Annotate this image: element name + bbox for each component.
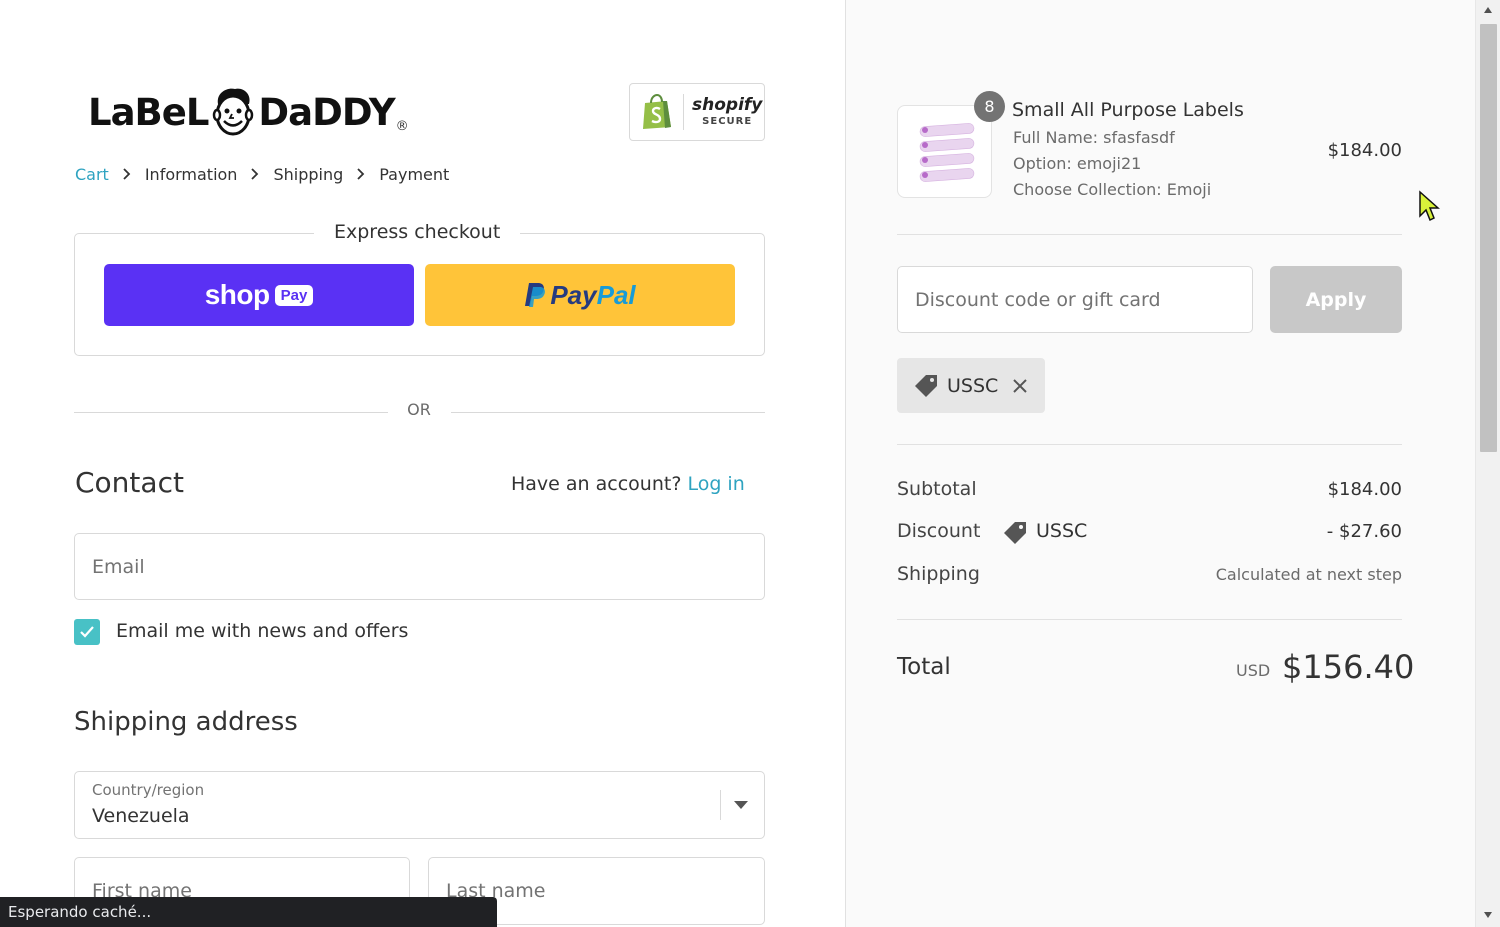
scroll-up-arrow-icon[interactable] bbox=[1483, 6, 1493, 14]
close-icon[interactable] bbox=[1010, 376, 1030, 396]
product-property-collection: Choose Collection: Emoji bbox=[1013, 180, 1212, 199]
chevron-right-icon bbox=[251, 168, 259, 180]
breadcrumb-cart[interactable]: Cart bbox=[75, 165, 109, 184]
browser-status-bar: Esperando caché... bbox=[0, 897, 497, 927]
divider bbox=[897, 619, 1402, 620]
product-property-option: Option: emoji21 bbox=[1013, 154, 1142, 173]
or-divider-label: OR bbox=[407, 400, 431, 419]
discount-label: Discount bbox=[897, 520, 981, 542]
label-sheet-image bbox=[919, 123, 975, 182]
email-field-wrapper bbox=[74, 533, 765, 600]
shipping-address-heading: Shipping address bbox=[74, 707, 298, 737]
chevron-right-icon bbox=[123, 168, 131, 180]
divider bbox=[897, 444, 1402, 445]
express-checkout-title: Express checkout bbox=[314, 220, 521, 244]
caret-down-icon bbox=[734, 801, 748, 809]
page-scrollbar[interactable] bbox=[1475, 0, 1500, 927]
badge-text: shopify SECURE bbox=[692, 95, 762, 129]
total-label: Total bbox=[897, 654, 951, 680]
shipping-label: Shipping bbox=[897, 563, 980, 585]
scroll-down-arrow-icon[interactable] bbox=[1483, 911, 1493, 919]
email-field[interactable] bbox=[75, 534, 764, 599]
product-price: $184.00 bbox=[1327, 140, 1402, 161]
shipping-value: Calculated at next step bbox=[1215, 565, 1402, 584]
shop-pay-wordmark: shop bbox=[204, 279, 270, 310]
breadcrumb-shipping: Shipping bbox=[273, 164, 344, 184]
paypal-button[interactable]: Pay Pal bbox=[425, 264, 735, 326]
badge-secure-label: SECURE bbox=[702, 116, 753, 127]
badge-shopify-label: shopify bbox=[692, 95, 763, 115]
breadcrumb: Cart Information Shipping Payment bbox=[75, 162, 449, 186]
breadcrumb-payment: Payment bbox=[379, 164, 450, 184]
shop-pay-pill: Pay bbox=[274, 284, 314, 306]
contact-heading: Contact bbox=[75, 466, 184, 499]
country-select-label: Country/region bbox=[92, 781, 205, 799]
login-link[interactable]: Log in bbox=[687, 473, 744, 495]
total-amount: $156.40 bbox=[1282, 648, 1415, 686]
country-select[interactable]: Country/region Venezuela bbox=[74, 771, 765, 839]
or-divider-left bbox=[74, 412, 388, 413]
scrollbar-thumb[interactable] bbox=[1480, 24, 1497, 452]
select-divider bbox=[720, 790, 721, 820]
discount-code: USSC bbox=[1036, 520, 1088, 542]
product-property-full-name: Full Name: sfasfasdf bbox=[1013, 128, 1175, 147]
logo-face-icon bbox=[213, 88, 254, 136]
badge-divider bbox=[683, 94, 684, 130]
shop-pay-button[interactable]: shop Pay bbox=[104, 264, 414, 326]
shopify-bag-icon bbox=[643, 94, 671, 129]
product-thumbnail bbox=[897, 105, 992, 198]
tag-icon bbox=[1004, 522, 1026, 544]
chevron-right-icon bbox=[357, 168, 365, 180]
checkmark-icon bbox=[80, 626, 94, 638]
applied-discount-tag: USSC bbox=[897, 358, 1045, 413]
total-currency: USD bbox=[1236, 661, 1271, 680]
breadcrumb-information: Information bbox=[144, 164, 238, 184]
divider bbox=[897, 234, 1402, 235]
quantity-badge: 8 bbox=[974, 91, 1005, 122]
label-daddy-logo[interactable]: LaBeL DaDDY ® bbox=[88, 84, 409, 140]
paypal-pay-word: Pay bbox=[550, 279, 597, 310]
logo-text-left: LaBeL bbox=[88, 90, 209, 134]
logo-text-right: DaDDY bbox=[258, 90, 395, 134]
newsletter-label[interactable]: Email me with news and offers bbox=[116, 620, 408, 642]
discount-value: - $27.60 bbox=[1326, 521, 1402, 542]
account-prompt-text: Have an account? bbox=[511, 473, 682, 495]
paypal-pal-word: Pal bbox=[596, 279, 636, 310]
discount-code-input[interactable] bbox=[898, 267, 1252, 332]
account-prompt: Have an account? Log in bbox=[511, 473, 745, 495]
subtotal-label: Subtotal bbox=[897, 478, 977, 500]
subtotal-value: $184.00 bbox=[1327, 479, 1402, 500]
checkout-main: LaBeL DaDDY ® shopify SECURE Cart Inform… bbox=[0, 0, 845, 927]
country-select-value: Venezuela bbox=[92, 805, 190, 827]
logo-registered-mark: ® bbox=[395, 119, 409, 134]
paypal-icon bbox=[525, 283, 546, 307]
mouse-cursor-icon bbox=[1419, 190, 1440, 222]
discount-field-wrapper bbox=[897, 266, 1253, 333]
applied-discount-code: USSC bbox=[947, 374, 999, 397]
apply-discount-button[interactable]: Apply bbox=[1270, 266, 1402, 333]
newsletter-checkbox[interactable] bbox=[74, 619, 100, 645]
shopify-secure-badge: shopify SECURE bbox=[629, 83, 765, 141]
or-divider-right bbox=[451, 412, 765, 413]
product-name: Small All Purpose Labels bbox=[1012, 99, 1244, 121]
tag-icon bbox=[915, 374, 937, 397]
